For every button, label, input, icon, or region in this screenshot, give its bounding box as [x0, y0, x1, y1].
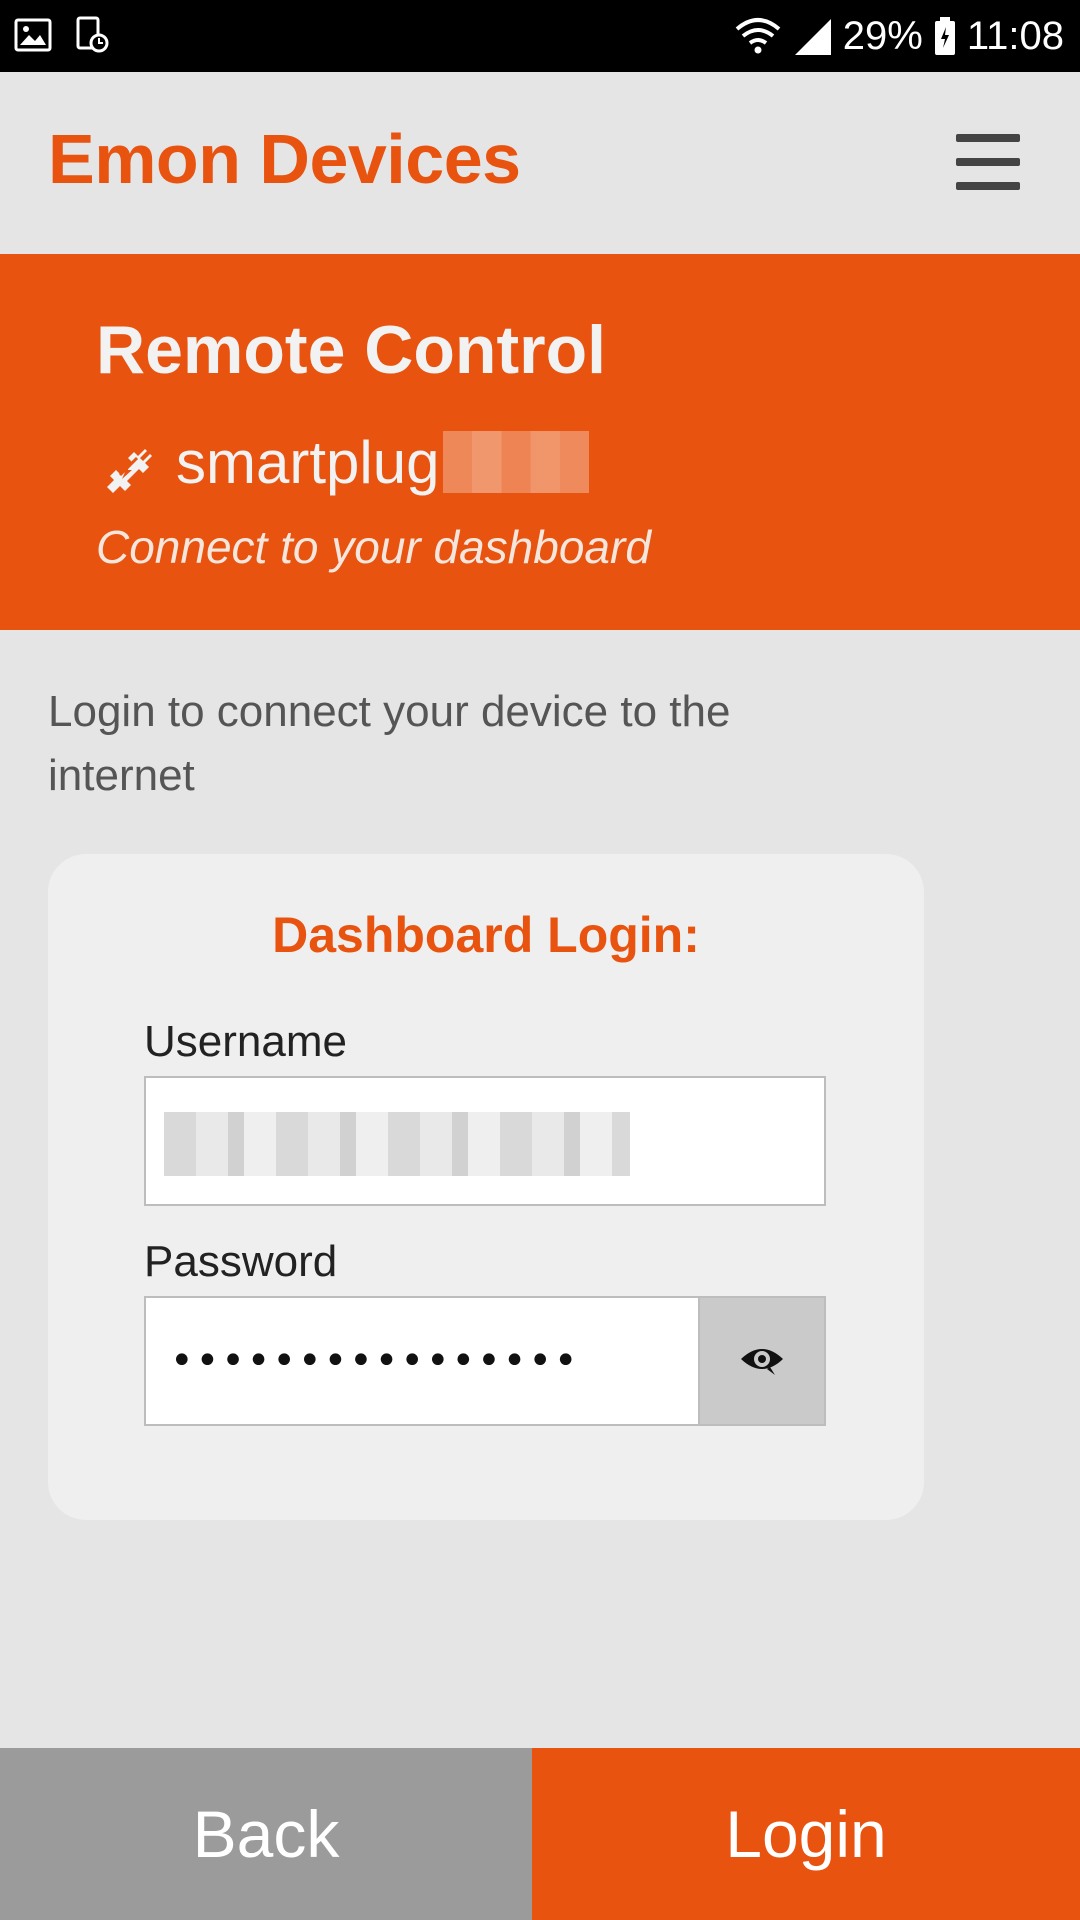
- status-left-icons: [14, 16, 110, 59]
- status-right-icons: 29% 11:08: [733, 10, 1064, 62]
- menu-button[interactable]: [952, 132, 1024, 204]
- hero-banner: Remote Control smartplug Connect to your…: [0, 254, 1080, 630]
- device-name: smartplug: [176, 428, 440, 496]
- device-row: smartplug: [96, 424, 590, 500]
- battery-percent: 29%: [842, 13, 923, 58]
- status-bar: 29% 11:08: [0, 0, 1080, 72]
- login-card: Dashboard Login: Username Password: [48, 854, 924, 1520]
- hamburger-menu-icon: [956, 134, 1020, 142]
- hero-title: Remote Control: [96, 312, 606, 388]
- intro-text: Login to connect your device to the inte…: [48, 687, 731, 800]
- image-icon: [14, 17, 52, 58]
- app-title: Emon Devices: [48, 120, 521, 198]
- password-row: [144, 1296, 826, 1426]
- signal-icon: [793, 15, 833, 57]
- password-label: Password: [144, 1237, 338, 1286]
- password-input[interactable]: [144, 1296, 698, 1426]
- app-bar: Emon Devices: [0, 72, 1080, 254]
- hamburger-menu-icon-line-3: [956, 182, 1020, 190]
- hamburger-menu-icon-line-2: [956, 158, 1020, 166]
- wifi-icon: [733, 15, 783, 57]
- screenshot-icon: [74, 16, 110, 59]
- show-password-button[interactable]: [698, 1296, 826, 1426]
- battery-icon: [933, 15, 957, 57]
- username-label: Username: [144, 1017, 347, 1066]
- hero-subtitle: Connect to your dashboard: [96, 521, 651, 573]
- plug-icon: [96, 430, 160, 494]
- eye-icon: [739, 1342, 785, 1381]
- login-card-title: Dashboard Login:: [272, 907, 700, 963]
- clock: 11:08: [966, 13, 1064, 58]
- back-button[interactable]: Back: [0, 1748, 532, 1920]
- login-button[interactable]: Login: [532, 1748, 1080, 1920]
- device-name-redaction: [443, 431, 590, 493]
- username-redaction: [164, 1112, 630, 1176]
